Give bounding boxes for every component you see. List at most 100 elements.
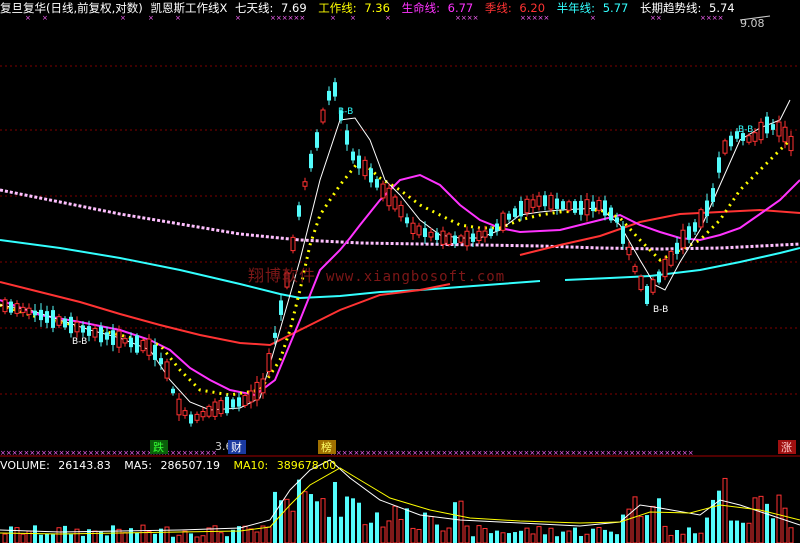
volume-value: VOLUME: 26143.83 [0,459,111,472]
candle-body [212,401,218,417]
candle-body [776,121,782,137]
candle-body [482,230,488,238]
candle-body [14,303,20,314]
candle-body [327,90,331,101]
volume-bar [566,530,572,543]
candle-body [200,411,206,418]
volume-bar [440,530,446,543]
candle-body [626,246,632,256]
candle-body [680,229,686,249]
svg-text:×: × [385,14,391,22]
svg-text:×: × [175,14,181,22]
volume-bar [530,533,536,543]
volume-bar [51,534,55,543]
candle-body [746,135,752,143]
volume-bar [206,527,212,543]
candle-body [194,413,200,421]
volume-bar [717,490,721,543]
candle-body [752,132,758,142]
candle-body [140,340,146,352]
volume-bar [242,525,248,543]
candle-body [464,230,470,247]
candle-body [362,159,368,177]
candle-body [536,195,542,207]
candle-body [357,155,361,169]
volume-bar [92,530,98,543]
volume-bar [369,522,373,543]
volume-bar [164,526,170,543]
volume-bar [555,536,559,543]
candle-body [99,326,103,343]
candle-body [705,200,709,217]
volume-bar [39,534,43,543]
candle-body [513,208,517,217]
candle-body [266,353,272,372]
volume-bar [668,534,674,543]
candle-body [476,230,482,241]
volume-bar [135,532,139,543]
candle-body [453,235,457,244]
volume-bar [548,527,554,543]
candle-body [171,388,175,394]
candle-body [260,378,266,394]
candle-body [765,116,769,134]
volume-bar [375,512,379,543]
candle-body [273,332,277,338]
candle-body [758,121,764,141]
candle-body [315,132,319,148]
candle-body [129,337,133,348]
candle-body [309,153,313,169]
candle-body [218,400,224,415]
volume-bar [662,525,668,543]
volume-bar [596,527,602,543]
candle-body [206,405,212,417]
candle-body [638,275,644,291]
volume-bar [20,533,26,543]
candle-body [290,236,296,252]
candle-body [182,410,188,416]
svg-text:××××: ×××× [455,14,478,22]
volume-bar [9,526,13,543]
volume-bar [45,533,49,543]
candle-body [573,201,577,213]
candle-body [500,212,506,231]
candle-body [561,201,565,210]
svg-text:×××××: ××××× [520,14,549,22]
volume-bar [81,535,85,543]
candle-body [423,228,427,237]
candle-body [254,381,260,401]
volume-bar [146,530,152,543]
volume-bar [464,525,470,543]
volume-bar [171,536,175,543]
bb-tag-left: B-B [72,337,87,347]
candle-body [153,344,157,360]
volume-bar [284,498,290,543]
volume-bar [632,496,638,543]
svg-text:×: × [590,14,596,22]
candle-body [435,232,439,240]
volume-bar [309,494,313,543]
candle-body [302,181,308,187]
svg-text:×: × [350,14,356,22]
volume-bar [122,532,128,543]
volume-bar [573,527,577,543]
candle-body [621,226,625,244]
candle-body [722,140,728,154]
candle-body [116,330,122,348]
volume-bar [380,526,386,543]
candle-body [519,200,523,217]
candle-body [632,265,638,273]
candle-body [471,233,475,242]
badge-bang: 榜 [321,440,332,454]
candle-body [380,183,386,199]
volume-bar [788,527,794,543]
volume-bar [333,481,337,543]
badge-die: 跌 [153,440,164,454]
candle-body [609,207,613,221]
volume-bar [63,525,67,543]
candle-body [320,109,326,123]
svg-text:×: × [330,14,336,22]
candle-body [446,233,452,245]
volume-bar [182,530,188,543]
volume-bar [56,527,62,543]
